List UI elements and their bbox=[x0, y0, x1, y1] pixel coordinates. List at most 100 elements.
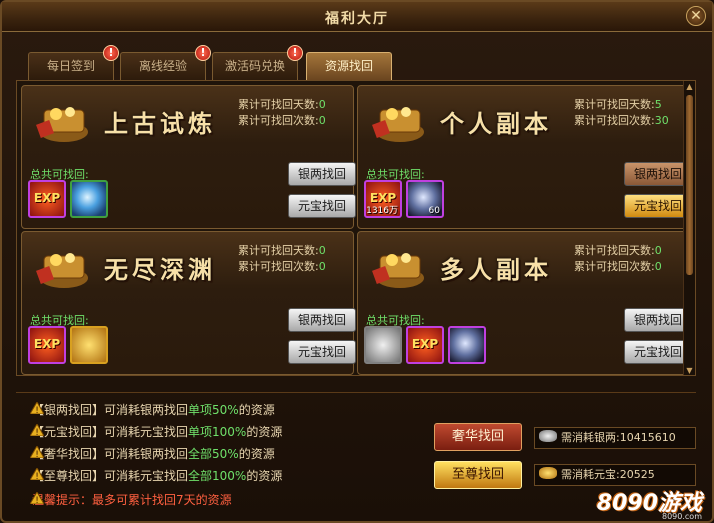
tab-resource-recovery[interactable]: 资源找回 bbox=[306, 52, 392, 80]
times-value: 0 bbox=[654, 260, 662, 273]
times-value: 0 bbox=[318, 260, 326, 273]
welfare-hall-window: 福利大厅 ✕ 每日签到 ! 离线经验 ! 激活码兑换 ! 资源找回 上古试炼 累… bbox=[0, 0, 714, 523]
tab-daily-signin[interactable]: 每日签到 ! bbox=[28, 45, 119, 80]
note-suffix: 的资源 bbox=[246, 469, 283, 483]
times-label: 累计可找回次数: bbox=[574, 260, 655, 273]
treasure-chest-icon bbox=[372, 253, 424, 288]
item-label: EXP bbox=[33, 337, 61, 351]
times-stat: 累计可找回次数:30 bbox=[574, 112, 669, 128]
alert-badge: ! bbox=[103, 45, 119, 61]
close-icon[interactable]: ✕ bbox=[686, 6, 706, 26]
tip-line: ! 温馨提示：最多可累计找回7天的资源 bbox=[30, 491, 232, 508]
recovery-list: 上古试炼 累计可找回天数:0 累计可找回次数:0 总共可找回: EXP 银两找回… bbox=[16, 80, 696, 376]
window-title: 福利大厅 bbox=[325, 11, 389, 27]
days-label: 累计可找回天数: bbox=[574, 244, 655, 257]
silver-orb-icon[interactable] bbox=[448, 326, 486, 364]
times-stat: 累计可找回次数:0 bbox=[238, 258, 326, 274]
exp-icon[interactable]: EXP bbox=[406, 326, 444, 364]
days-value: 0 bbox=[318, 244, 326, 257]
gold-cost-box: 需消耗元宝:20525 bbox=[534, 464, 696, 486]
treasure-chest-icon bbox=[36, 107, 88, 142]
gold-recovery-button[interactable]: 元宝找回 bbox=[288, 340, 356, 364]
silver-recovery-button[interactable]: 银两找回 bbox=[624, 308, 692, 332]
luxury-recovery-button[interactable]: 奢华找回 bbox=[434, 423, 522, 451]
silver-orb-icon[interactable]: 60 bbox=[406, 180, 444, 218]
exp-icon[interactable]: EXP bbox=[28, 180, 66, 218]
scroll-up-icon[interactable]: ▲ bbox=[684, 81, 695, 93]
days-value: 0 bbox=[654, 244, 662, 257]
scrollbar[interactable]: ▲ ▼ bbox=[683, 81, 695, 375]
days-value: 0 bbox=[318, 98, 326, 111]
title-bar: 福利大厅 ✕ bbox=[2, 2, 712, 32]
item-quantity: 60 bbox=[428, 206, 440, 216]
card-title: 多人副本 bbox=[440, 256, 552, 284]
days-value: 5 bbox=[654, 98, 662, 111]
treasure-chest-icon bbox=[372, 107, 424, 142]
silver-ingot-icon[interactable] bbox=[364, 326, 402, 364]
note-line: ! 【至尊找回】可消耗元宝找回全部100%的资源 bbox=[30, 467, 283, 484]
watermark-subtext: 8090.com bbox=[662, 512, 702, 521]
times-label: 累计可找回次数: bbox=[238, 260, 319, 273]
tab-label: 激活码兑换 bbox=[224, 59, 285, 73]
silver-ingot-icon bbox=[539, 430, 557, 442]
note-highlight: 单项50% bbox=[188, 403, 239, 417]
svg-text:!: ! bbox=[35, 406, 39, 414]
days-stat: 累计可找回天数:0 bbox=[574, 242, 662, 258]
tab-label: 每日签到 bbox=[46, 59, 95, 73]
exp-icon[interactable]: EXP 1316万 bbox=[364, 180, 402, 218]
days-label: 累计可找回天数: bbox=[574, 98, 655, 111]
times-value: 30 bbox=[654, 114, 669, 127]
note-prefix: 【至尊找回】可消耗元宝找回 bbox=[32, 469, 189, 483]
times-label: 累计可找回次数: bbox=[238, 114, 319, 127]
silver-recovery-button[interactable]: 银两找回 bbox=[288, 162, 356, 186]
days-stat: 累计可找回天数:5 bbox=[574, 96, 662, 112]
silver-recovery-button[interactable]: 银两找回 bbox=[624, 162, 692, 186]
gold-ingot-icon[interactable] bbox=[70, 326, 108, 364]
note-prefix: 【元宝找回】可消耗元宝找回 bbox=[32, 425, 189, 439]
note-highlight: 单项100% bbox=[188, 425, 247, 439]
recovery-card: 多人副本 累计可找回天数:0 累计可找回次数:0 总共可找回: EXP 银两找回… bbox=[357, 231, 692, 375]
days-stat: 累计可找回天数:0 bbox=[238, 96, 326, 112]
warning-icon: ! bbox=[30, 424, 44, 436]
note-prefix: 【奢华找回】可消耗银两找回 bbox=[32, 447, 189, 461]
times-value: 0 bbox=[318, 114, 326, 127]
recovery-card: 个人副本 累计可找回天数:5 累计可找回次数:30 总共可找回: EXP 1316… bbox=[357, 85, 692, 229]
treasure-chest-icon bbox=[36, 253, 88, 288]
tip-text: 温馨提示：最多可累计找回7天的资源 bbox=[32, 493, 232, 507]
times-stat: 累计可找回次数:0 bbox=[238, 112, 326, 128]
note-suffix: 的资源 bbox=[238, 403, 275, 417]
gold-cost-text: 需消耗元宝:20525 bbox=[561, 468, 655, 481]
tab-activation-code[interactable]: 激活码兑换 ! bbox=[212, 45, 303, 80]
silver-cost-text: 需消耗银两:10415610 bbox=[561, 431, 676, 444]
warning-icon: ! bbox=[30, 468, 44, 480]
note-line: ! 【银两找回】可消耗银两找回单项50%的资源 bbox=[30, 401, 275, 418]
silver-cost-box: 需消耗银两:10415610 bbox=[534, 427, 696, 449]
svg-text:!: ! bbox=[35, 428, 39, 436]
days-label: 累计可找回天数: bbox=[238, 98, 319, 111]
note-line: ! 【元宝找回】可消耗元宝找回单项100%的资源 bbox=[30, 423, 283, 440]
silver-recovery-button[interactable]: 银两找回 bbox=[288, 308, 356, 332]
gold-ingot-icon bbox=[539, 467, 557, 479]
scroll-down-icon[interactable]: ▼ bbox=[684, 365, 695, 375]
note-suffix: 的资源 bbox=[238, 447, 275, 461]
recovery-card: 无尽深渊 累计可找回天数:0 累计可找回次数:0 总共可找回: EXP 银两找回… bbox=[21, 231, 356, 375]
supreme-recovery-button[interactable]: 至尊找回 bbox=[434, 461, 522, 489]
times-stat: 累计可找回次数:0 bbox=[574, 258, 662, 274]
alert-badge: ! bbox=[287, 45, 303, 61]
svg-text:!: ! bbox=[35, 472, 39, 480]
gold-recovery-button[interactable]: 元宝找回 bbox=[624, 194, 692, 218]
note-suffix: 的资源 bbox=[246, 425, 283, 439]
svg-text:!: ! bbox=[35, 496, 39, 504]
exp-icon[interactable]: EXP bbox=[28, 326, 66, 364]
card-title: 无尽深渊 bbox=[104, 256, 216, 284]
scroll-thumb[interactable] bbox=[686, 95, 693, 275]
item-label: EXP bbox=[33, 191, 61, 205]
gold-recovery-button[interactable]: 元宝找回 bbox=[624, 340, 692, 364]
note-highlight: 全部100% bbox=[188, 469, 247, 483]
item-quantity: 1316万 bbox=[366, 206, 398, 216]
note-line: ! 【奢华找回】可消耗银两找回全部50%的资源 bbox=[30, 445, 275, 462]
gold-recovery-button[interactable]: 元宝找回 bbox=[288, 194, 356, 218]
tab-offline-exp[interactable]: 离线经验 ! bbox=[120, 45, 211, 80]
notes-panel: ! 【银两找回】可消耗银两找回单项50%的资源! 【元宝找回】可消耗元宝找回单项… bbox=[16, 392, 696, 512]
blue-orb-icon[interactable] bbox=[70, 180, 108, 218]
